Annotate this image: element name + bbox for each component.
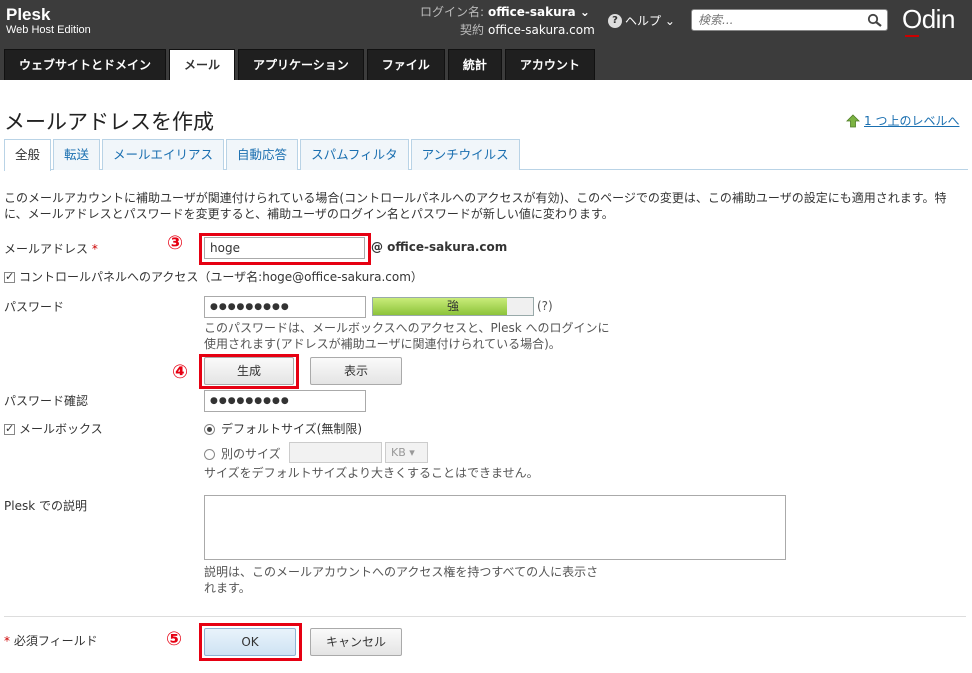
required-fields-label: 必須フィールド [13, 634, 98, 648]
email-input[interactable]: hoge [204, 237, 365, 259]
required-mark: * [91, 242, 98, 256]
page-title: メールアドレスを作成 [4, 110, 214, 134]
cancel-button[interactable]: キャンセル [310, 628, 402, 656]
search-input[interactable] [692, 10, 862, 30]
step-5-marker: ⑤ [166, 628, 183, 650]
panel-access-row: コントロールパネルへのアクセス（ユーザ名:hoge@office-sakura.… [4, 268, 423, 285]
mailbox-row: メールボックス [4, 420, 103, 437]
brand-name: Plesk [6, 5, 51, 24]
nav-tab-mail[interactable]: メール [169, 49, 236, 80]
mailbox-label: メールボックス [19, 422, 103, 436]
default-size-radio[interactable] [204, 424, 215, 435]
notice-text: このメールアカウントに補助ユーザが関連付けられている場合(コントロールパネルへの… [4, 191, 947, 221]
required-fields-mark: * [4, 634, 10, 648]
description-textarea[interactable] [204, 495, 786, 560]
email-label: メールアドレス * [4, 240, 98, 257]
contract-value: office-sakura.com [488, 23, 595, 37]
odin-logo-accent [905, 35, 919, 37]
description-label: Plesk での説明 [4, 499, 87, 513]
show-password-button[interactable]: 表示 [310, 357, 402, 385]
help-label: ヘルプ ⌄ [625, 14, 675, 28]
tab-forwarding[interactable]: 転送 [53, 139, 101, 170]
nav-tab-statistics[interactable]: 統計 [447, 49, 502, 80]
password-confirm-label: パスワード確認 [4, 394, 89, 408]
other-size-label: 別のサイズ [221, 447, 281, 461]
step-4-marker: ④ [172, 361, 189, 383]
password-input[interactable]: ●●●●●●●●● [204, 296, 366, 318]
mailbox-size-unit-select[interactable]: KB ▾ [385, 442, 428, 463]
tab-general[interactable]: 全般 [4, 139, 52, 171]
top-header: Plesk Web Host Edition ログイン名: office-sak… [0, 0, 972, 80]
nav-tab-account[interactable]: アカウント [504, 49, 595, 80]
login-label: ログイン名: [419, 5, 484, 19]
nav-tab-websites-domains[interactable]: ウェブサイトとドメイン [4, 49, 167, 80]
panel-access-label: コントロールパネルへのアクセス [19, 270, 199, 284]
other-size-option[interactable]: 別のサイズ [204, 445, 281, 462]
step-3-marker: ③ [167, 232, 184, 254]
odin-logo-text: Odin [902, 4, 955, 34]
contract-label: 契約 [459, 23, 484, 37]
panel-access-checkbox[interactable] [4, 270, 15, 283]
password-confirm-input[interactable]: ●●●●●●●●● [204, 390, 366, 412]
main-nav: ウェブサイトとドメイン メール アプリケーション ファイル 統計 アカウント [4, 49, 595, 80]
generate-password-button[interactable]: 生成 [204, 357, 294, 385]
search-box [691, 9, 888, 31]
odin-logo: Odin [902, 4, 955, 37]
up-level-label: 1 つ上のレベルへ [864, 114, 960, 128]
default-size-label: デフォルトサイズ(無制限) [221, 422, 363, 436]
form-divider [4, 616, 966, 617]
nav-tab-files[interactable]: ファイル [366, 49, 445, 80]
password-strength-meter: 強 [372, 297, 534, 316]
password-hint-line1: このパスワードは、メールボックスへのアクセスと、Plesk へのログインに [204, 321, 610, 335]
up-arrow-icon [846, 113, 860, 127]
other-size-radio[interactable] [204, 449, 215, 460]
account-info: ログイン名: office-sakura ⌄ 契約 office-sakura.… [412, 3, 595, 39]
mailbox-size-hint: サイズをデフォルトサイズより大きくすることはできません。 [204, 466, 539, 480]
default-size-option[interactable]: デフォルトサイズ(無制限) [204, 420, 362, 437]
password-strength-label: 強 [446, 299, 459, 313]
description-hint-line2: れます。 [204, 581, 251, 595]
password-hint-line2: 使用されます(アドレスが補助ユーザに関連付けられている場合)。 [204, 337, 561, 351]
tab-auto-reply[interactable]: 自動応答 [226, 139, 299, 170]
mailbox-size-input[interactable] [289, 442, 382, 463]
email-label-text: メールアドレス [4, 242, 89, 256]
brand: Plesk Web Host Edition [6, 6, 91, 38]
form-tabs: 全般 転送 メールエイリアス 自動応答 スパムフィルタ アンチウイルス [4, 139, 968, 171]
help-menu[interactable]: ? ヘルプ ⌄ [608, 12, 675, 29]
tab-mail-aliases[interactable]: メールエイリアス [102, 139, 225, 170]
description-hint-line1: 説明は、このメールアカウントへのアクセス権を持つすべての人に表示さ [204, 565, 599, 579]
up-level-link[interactable]: 1 つ上のレベルへ [846, 112, 959, 129]
search-icon[interactable] [867, 13, 883, 27]
brand-edition: Web Host Edition [6, 24, 91, 36]
tab-spam-filter[interactable]: スパムフィルタ [300, 139, 409, 170]
login-user-menu[interactable]: office-sakura ⌄ [488, 3, 590, 21]
panel-access-username: （ユーザ名:hoge@office-sakura.com） [198, 270, 423, 284]
mailbox-checkbox[interactable] [4, 422, 15, 435]
required-fields-note: * 必須フィールド [4, 632, 98, 649]
nav-tab-applications[interactable]: アプリケーション [238, 49, 364, 80]
password-strength-help[interactable]: (?) [537, 298, 553, 314]
password-label: パスワード [4, 300, 65, 314]
tab-antivirus[interactable]: アンチウイルス [410, 139, 520, 170]
help-icon: ? [608, 13, 622, 28]
ok-button[interactable]: OK [204, 628, 296, 656]
email-domain: @ office-sakura.com [371, 240, 508, 254]
